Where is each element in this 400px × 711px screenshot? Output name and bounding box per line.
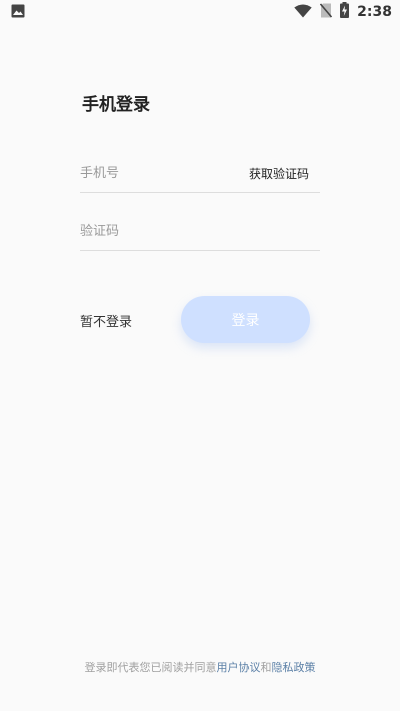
battery-charging-icon <box>340 2 350 22</box>
code-input[interactable] <box>80 216 230 247</box>
phone-input[interactable] <box>80 158 230 189</box>
skip-login-link[interactable]: 暂不登录 <box>80 311 132 330</box>
agreement-text: 登录即代表您已阅读并同意用户协议和隐私政策 <box>0 659 400 675</box>
get-code-button[interactable]: 获取验证码 <box>249 165 309 182</box>
status-time: 2:38 <box>357 4 392 20</box>
status-bar: 2:38 <box>0 0 400 24</box>
agreement-prefix: 登录即代表您已阅读并同意 <box>84 661 217 674</box>
wifi-icon <box>294 3 312 22</box>
user-agreement-link[interactable]: 用户协议 <box>217 661 261 674</box>
login-button[interactable]: 登录 <box>181 296 310 343</box>
no-sim-icon <box>320 2 333 22</box>
phone-row: 获取验证码 <box>80 155 320 193</box>
code-row <box>80 213 320 251</box>
page-title: 手机登录 <box>82 95 150 115</box>
agreement-conjunction: 和 <box>260 661 272 674</box>
image-icon <box>11 3 25 22</box>
privacy-policy-link[interactable]: 隐私政策 <box>272 661 316 674</box>
login-screen: 2:38 手机登录 获取验证码 暂不登录 登录 登录即代表您已阅读并同意用户协议… <box>0 0 400 711</box>
